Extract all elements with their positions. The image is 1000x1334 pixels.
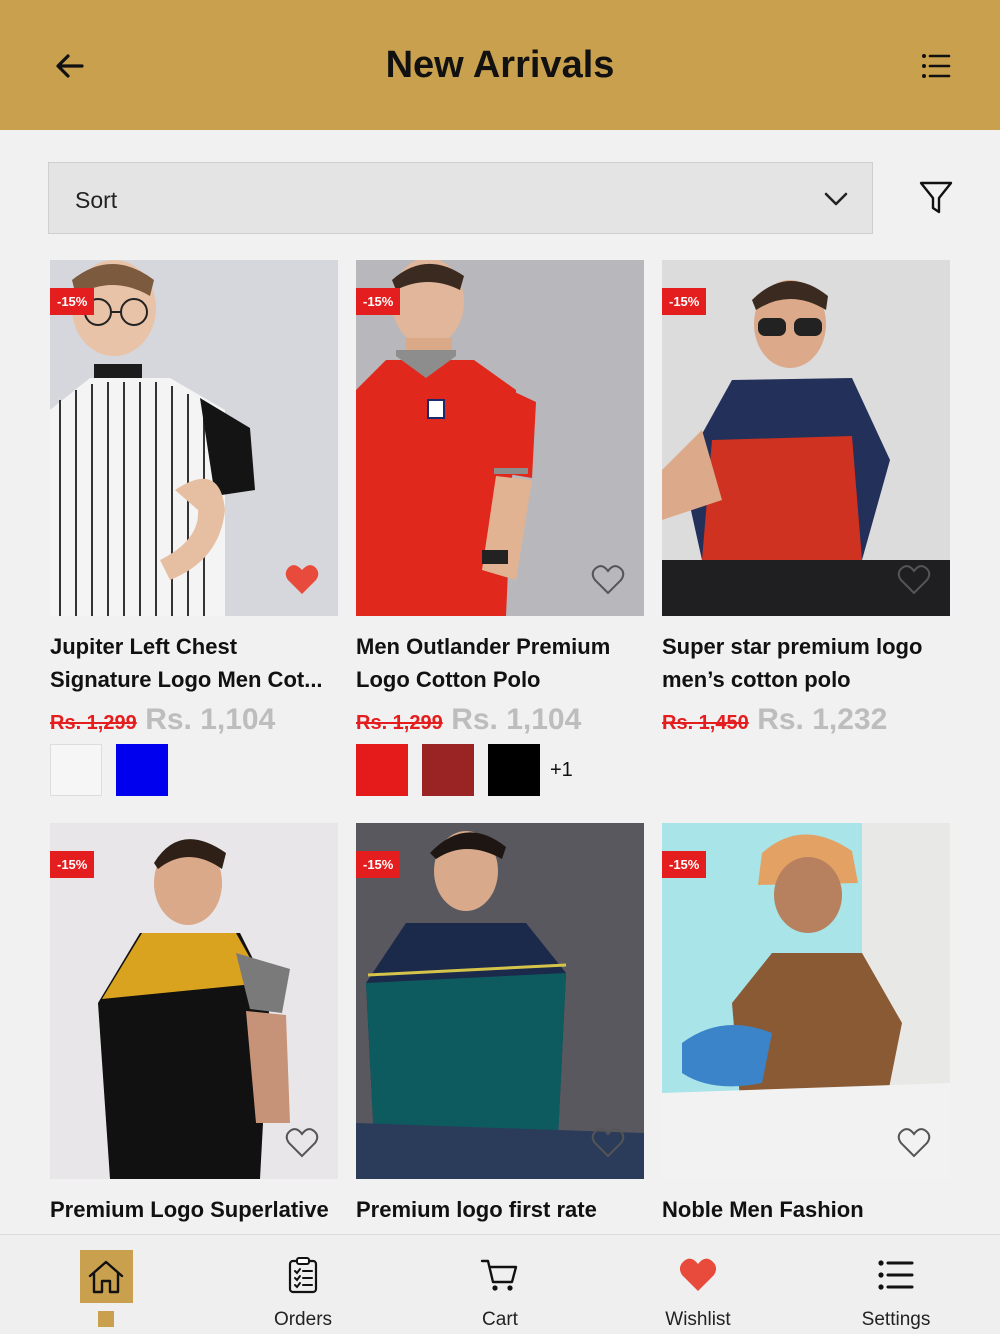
tab-label: Settings — [861, 1309, 931, 1330]
swatch-maroon[interactable] — [422, 744, 474, 796]
heart-icon — [679, 1258, 717, 1291]
color-swatches — [50, 744, 182, 796]
original-price: Rs. 1,299 — [50, 712, 137, 734]
bottom-tab-bar: Orders Cart Wishlist Settings — [0, 1234, 1000, 1334]
color-swatches: +1 — [356, 744, 573, 796]
clipboard-icon — [288, 1257, 318, 1294]
product-name[interactable]: Premium logo first rate — [356, 1193, 644, 1226]
swatch-black[interactable] — [488, 744, 540, 796]
product-name-line2: men’s cotton polo — [662, 667, 851, 692]
sale-price: Rs. 1,232 — [757, 703, 888, 736]
original-price: Rs. 1,450 — [662, 712, 749, 734]
top-bar: New Arrivals — [0, 0, 1000, 130]
cart-icon — [480, 1259, 518, 1291]
heart-outline-icon[interactable] — [896, 562, 932, 598]
price-row: Rs. 1,450 Rs. 1,232 — [662, 703, 887, 737]
product-image[interactable]: -15% — [662, 823, 950, 1179]
product-name-line1: Premium logo first rate — [356, 1197, 597, 1222]
product-name[interactable]: Super star premium logo men’s cotton pol… — [662, 630, 950, 696]
heart-outline-icon[interactable] — [590, 562, 626, 598]
product-name[interactable]: Men Outlander Premium Logo Cotton Polo — [356, 630, 644, 696]
product-image[interactable]: -15% — [50, 260, 338, 616]
swatch-white[interactable] — [50, 744, 102, 796]
heart-outline-icon[interactable] — [590, 1125, 626, 1161]
product-image[interactable]: -15% — [356, 260, 644, 616]
product-name-line1: Super star premium logo — [662, 634, 923, 659]
product-image[interactable]: -15% — [662, 260, 950, 616]
heart-filled-icon[interactable] — [284, 562, 320, 598]
product-name[interactable]: Premium Logo Superlative — [50, 1193, 338, 1226]
product-name-line1: Noble Men Fashion — [662, 1197, 864, 1222]
more-colors-count[interactable]: +1 — [550, 759, 573, 782]
discount-badge: -15% — [662, 288, 707, 315]
product-name-line1: Jupiter Left Chest — [50, 634, 238, 659]
product-name-line2: Signature Logo Men Cot... — [50, 667, 323, 692]
product-name-line2: Logo Cotton Polo — [356, 667, 541, 692]
list-menu-icon[interactable] — [916, 46, 956, 86]
product-name-line1: Men Outlander Premium — [356, 634, 611, 659]
price-row: Rs. 1,299 Rs. 1,104 — [50, 703, 275, 737]
heart-outline-icon[interactable] — [896, 1125, 932, 1161]
tab-label: Cart — [482, 1309, 518, 1330]
discount-badge: -15% — [662, 851, 707, 878]
sale-price: Rs. 1,104 — [451, 703, 582, 736]
product-image[interactable]: -15% — [50, 823, 338, 1179]
tab-home[interactable] — [36, 1235, 176, 1334]
original-price: Rs. 1,299 — [356, 712, 443, 734]
product-image[interactable]: -15% — [356, 823, 644, 1179]
sale-price: Rs. 1,104 — [145, 703, 276, 736]
discount-badge: -15% — [356, 288, 401, 315]
tab-wishlist[interactable]: Wishlist — [628, 1235, 768, 1334]
list-icon — [878, 1260, 914, 1290]
tab-orders[interactable]: Orders — [233, 1235, 373, 1334]
product-name[interactable]: Noble Men Fashion — [662, 1193, 950, 1226]
swatch-red[interactable] — [356, 744, 408, 796]
tab-cart[interactable]: Cart — [430, 1235, 570, 1334]
discount-badge: -15% — [356, 851, 401, 878]
product-name-line1: Premium Logo Superlative — [50, 1197, 329, 1222]
heart-outline-icon[interactable] — [284, 1125, 320, 1161]
discount-badge: -15% — [50, 851, 95, 878]
price-row: Rs. 1,299 Rs. 1,104 — [356, 703, 581, 737]
sort-dropdown[interactable]: Sort — [48, 162, 873, 234]
discount-badge: -15% — [50, 288, 95, 315]
sort-label: Sort — [75, 187, 118, 213]
swatch-blue[interactable] — [116, 744, 168, 796]
tab-label: Orders — [273, 1309, 333, 1330]
tab-label: Wishlist — [665, 1309, 731, 1330]
chevron-down-icon — [824, 192, 848, 206]
filter-icon[interactable] — [917, 177, 955, 217]
home-icon — [88, 1260, 124, 1294]
active-tab-indicator — [98, 1311, 114, 1327]
product-name[interactable]: Jupiter Left Chest Signature Logo Men Co… — [50, 630, 338, 696]
tab-settings[interactable]: Settings — [826, 1235, 966, 1334]
page-title: New Arrivals — [385, 44, 615, 86]
